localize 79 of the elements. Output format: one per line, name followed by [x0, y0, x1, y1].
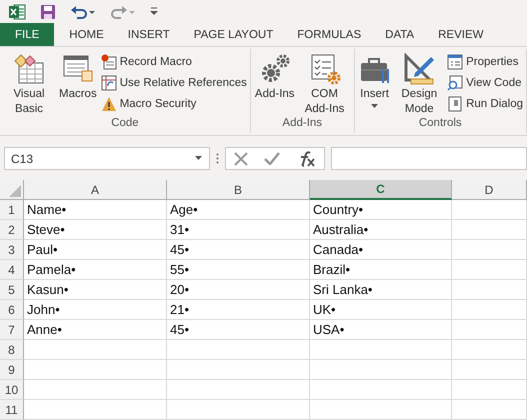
ribbon-button[interactable]: Insert	[356, 53, 393, 117]
property-list-icon	[447, 54, 464, 70]
ribbon-button[interactable]: Properties	[446, 53, 524, 71]
formula-field[interactable]	[331, 147, 527, 170]
row-header[interactable]: 6	[0, 300, 24, 320]
table-cell: Paul•	[24, 240, 167, 260]
ribbon-button[interactable]: Visual Basic	[2, 53, 56, 117]
table-cell: 21•	[167, 300, 310, 320]
table-cell: Name•	[24, 200, 167, 220]
ribbon-button[interactable]: Macro Security	[100, 95, 248, 113]
group-label: Controls	[418, 117, 463, 131]
checkmark-icon[interactable]	[264, 152, 280, 165]
ribbon-tab[interactable]: FORMULAS	[288, 23, 370, 46]
row-header[interactable]: 1	[0, 200, 24, 220]
ruler-pencil-icon	[403, 53, 436, 85]
row-header[interactable]: 7	[0, 320, 24, 340]
column-header[interactable]: D	[452, 180, 527, 200]
save-icon[interactable]	[40, 4, 56, 20]
ribbon-button[interactable]: View Code	[446, 74, 524, 92]
table-cell: Steve•	[24, 220, 167, 240]
corner-triangle-icon	[9, 185, 21, 197]
ribbon-button[interactable]: Add-Ins	[252, 53, 297, 117]
magnifier-window-icon	[447, 75, 464, 91]
ribbon-button[interactable]: COM Add-Ins	[298, 53, 352, 117]
ribbon-button[interactable]: Record Macro	[100, 53, 248, 71]
table-cell: Sri Lanka•	[310, 280, 452, 300]
ribbon-button[interactable]: Macros	[57, 53, 99, 117]
table-cell: 20•	[167, 280, 310, 300]
ribbon-tab[interactable]: HOME	[60, 23, 113, 46]
row-header[interactable]: 4	[0, 260, 24, 280]
ribbon-tab[interactable]: PAGE LAYOUT	[184, 23, 282, 46]
table-cell: 45•	[167, 320, 310, 340]
table-cell: Brazil•	[310, 260, 452, 280]
record-icon	[100, 54, 117, 70]
row-header[interactable]: 2	[0, 220, 24, 240]
checklist-gear-icon	[308, 53, 341, 85]
table-cell: UK•	[310, 300, 452, 320]
ribbon-button[interactable]: Run Dialog	[446, 95, 524, 113]
table-cell: Australia•	[310, 220, 452, 240]
table-cell: 45•	[167, 240, 310, 260]
ribbon-tab[interactable]: REVIEW	[429, 23, 492, 46]
name-box[interactable]: C13	[4, 147, 210, 170]
table-cell: Pamela•	[24, 260, 167, 280]
table-cell: Age•	[167, 200, 310, 220]
table-cell: USA•	[310, 320, 452, 340]
column-header[interactable]: C	[310, 180, 452, 200]
vertical-dots-icon	[216, 153, 219, 164]
customize-toolbar-icon[interactable]	[150, 7, 158, 16]
column-header[interactable]: A	[24, 180, 167, 200]
ribbon-tab[interactable]: INSERT	[118, 23, 179, 46]
row-header[interactable]: 10	[0, 380, 24, 400]
undo-icon[interactable]	[70, 4, 96, 19]
row-header[interactable]: 5	[0, 280, 24, 300]
row-header[interactable]: 11	[0, 400, 24, 420]
column-header[interactable]: B	[167, 180, 310, 200]
table-cell: Canada•	[310, 240, 452, 260]
row-header[interactable]: 8	[0, 340, 24, 360]
table-cell: Kasun•	[24, 280, 167, 300]
code-window-icon	[13, 53, 45, 85]
table-cell: Anne•	[24, 320, 167, 340]
file-tab[interactable]: FILE	[0, 23, 54, 46]
ribbon-button[interactable]: Design Mode	[394, 53, 446, 117]
group-label: Add-Ins	[281, 117, 324, 131]
row-header[interactable]: 3	[0, 240, 24, 260]
cancel-icon[interactable]	[234, 152, 248, 166]
row-header[interactable]: 9	[0, 360, 24, 380]
table-cell: John•	[24, 300, 167, 320]
table-cell: 31•	[167, 220, 310, 240]
table-cell: Country•	[310, 200, 452, 220]
dialog-icon	[447, 96, 464, 112]
caret-icon	[195, 156, 202, 160]
ribbon-tab[interactable]: DATA	[376, 23, 424, 46]
redo-icon[interactable]	[110, 4, 136, 19]
ribbon-button[interactable]: Use Relative References	[100, 74, 248, 92]
grid-arrow-icon	[100, 75, 117, 91]
warning-icon	[100, 96, 117, 112]
table-cell: 55•	[167, 260, 310, 280]
group-label: Code	[110, 117, 140, 131]
spreadsheet-logo-icon[interactable]	[8, 2, 26, 21]
